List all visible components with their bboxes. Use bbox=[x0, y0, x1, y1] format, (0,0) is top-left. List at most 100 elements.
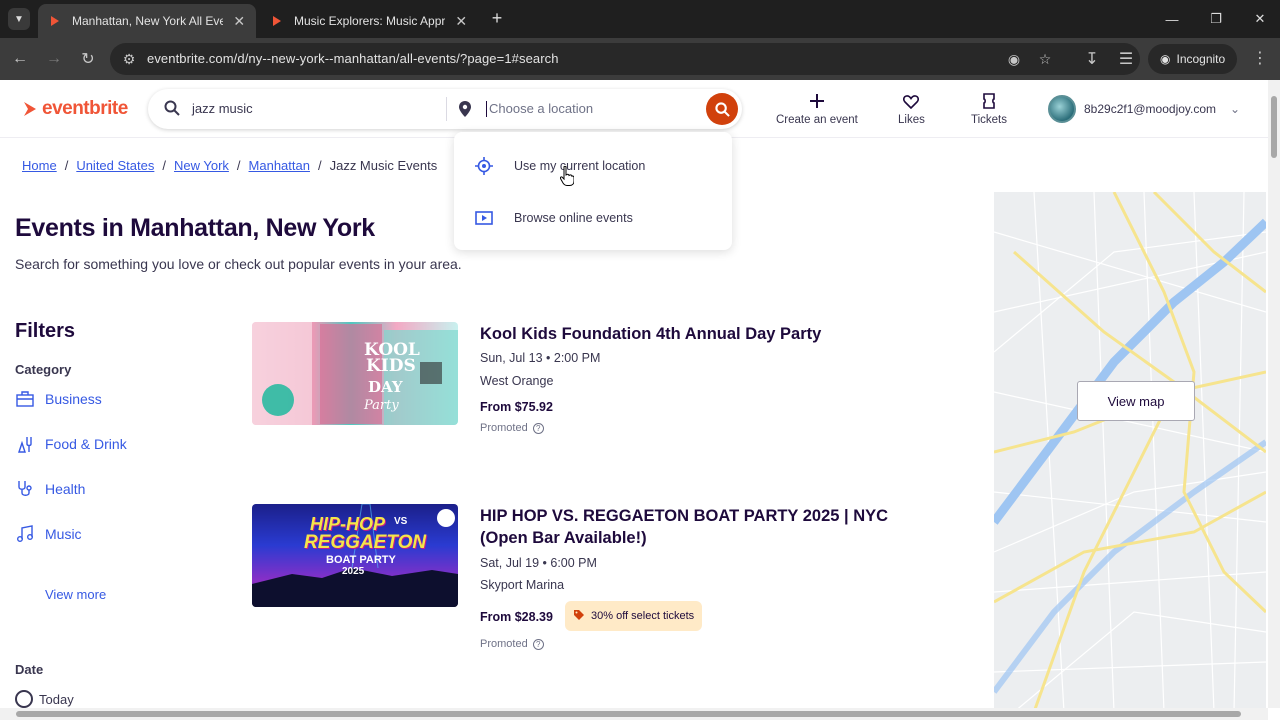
event-image-kool-kids[interactable]: KOOL KIDS DAY Party bbox=[252, 322, 458, 425]
account-email: 8b29c2f1@moodjoy.com bbox=[1084, 102, 1217, 116]
crosshair-icon bbox=[454, 157, 514, 175]
hand-cursor-icon bbox=[560, 166, 574, 186]
music-note-icon bbox=[15, 524, 35, 544]
search-bar: jazz music Choose a location bbox=[148, 89, 742, 129]
location-input[interactable]: Choose a location bbox=[486, 101, 593, 117]
site-header: eventbrite jazz music Choose a location … bbox=[0, 80, 1268, 138]
tab-music-explorers[interactable]: Music Explorers: Music Apprec ✕ bbox=[260, 4, 478, 38]
tab-manhattan-events[interactable]: Manhattan, New York All Events ✕ bbox=[38, 4, 256, 38]
breadcrumb-current: Jazz Music Events bbox=[329, 158, 438, 173]
use-current-location-option[interactable]: Use my current location bbox=[454, 144, 732, 188]
logo-text: eventbrite bbox=[42, 98, 128, 119]
forward-button[interactable]: → bbox=[42, 47, 66, 71]
browse-online-events-option[interactable]: Browse online events bbox=[454, 196, 732, 240]
incognito-indicator[interactable]: ◉ Incognito bbox=[1148, 44, 1238, 74]
new-tab-button[interactable]: + bbox=[486, 8, 508, 30]
restore-button[interactable]: ❐ bbox=[1194, 0, 1238, 38]
event-date: Sun, Jul 13 • 2:00 PM bbox=[480, 351, 601, 365]
close-tab-icon[interactable]: ✕ bbox=[233, 13, 247, 30]
map-roads-art bbox=[994, 192, 1266, 712]
category-music[interactable]: Music bbox=[15, 524, 82, 544]
browser-toolbar: ← → ↻ ⚙ eventbrite.com/d/ny--new-york--m… bbox=[0, 38, 1280, 80]
tab-title: Music Explorers: Music Apprec bbox=[294, 14, 445, 28]
address-bar[interactable]: ⚙ eventbrite.com/d/ny--new-york--manhatt… bbox=[110, 43, 1140, 75]
incognito-label: Incognito bbox=[1176, 52, 1226, 66]
breadcrumb-separator: / bbox=[64, 158, 69, 173]
boat-party-flyer-text: REGGAETON bbox=[304, 532, 427, 553]
location-pin-icon bbox=[459, 101, 471, 117]
event-title[interactable]: Kool Kids Foundation 4th Annual Day Part… bbox=[480, 323, 821, 345]
breadcrumb-manhattan[interactable]: Manhattan bbox=[249, 158, 310, 173]
event-price: From $75.92 bbox=[480, 400, 553, 414]
info-icon[interactable]: ? bbox=[532, 422, 544, 434]
chevron-down-icon: ⌄ bbox=[1230, 102, 1241, 116]
search-icon bbox=[714, 101, 730, 117]
close-window-button[interactable]: ✕ bbox=[1238, 0, 1280, 38]
vertical-scrollbar[interactable] bbox=[1268, 80, 1280, 708]
use-current-location-label: Use my current location bbox=[514, 159, 646, 173]
create-event-button[interactable]: Create an event bbox=[776, 92, 858, 126]
bookmark-star-icon[interactable]: ☆ bbox=[1036, 50, 1054, 68]
download-icon[interactable]: ↧ bbox=[1080, 47, 1104, 71]
category-food-drink[interactable]: Food & Drink bbox=[15, 434, 127, 454]
date-today-radio[interactable]: Today bbox=[15, 690, 74, 708]
create-event-label: Create an event bbox=[776, 114, 858, 126]
plus-icon bbox=[809, 92, 825, 110]
back-button[interactable]: ← bbox=[8, 47, 32, 71]
breadcrumb-new-york[interactable]: New York bbox=[174, 158, 229, 173]
category-label: Business bbox=[45, 391, 102, 407]
search-input[interactable]: jazz music bbox=[192, 101, 253, 116]
view-more-categories-link[interactable]: View more bbox=[45, 587, 106, 602]
media-icon[interactable]: ☰ bbox=[1114, 47, 1138, 71]
scrollbar-thumb[interactable] bbox=[1271, 96, 1277, 158]
promoted-text: Promoted bbox=[480, 422, 528, 434]
likes-button[interactable]: Likes bbox=[898, 92, 925, 126]
tickets-label: Tickets bbox=[971, 114, 1007, 126]
boat-party-flyer-text: BOAT PARTY bbox=[326, 554, 396, 566]
minimize-button[interactable]: — bbox=[1150, 0, 1194, 38]
breadcrumb-separator: / bbox=[317, 158, 322, 173]
search-submit-button[interactable] bbox=[706, 93, 738, 125]
tickets-button[interactable]: Tickets bbox=[971, 92, 1007, 126]
date-today-label: Today bbox=[39, 691, 74, 707]
breadcrumb: Home / United States / New York / Manhat… bbox=[22, 158, 437, 173]
page-title: Events in Manhattan, New York bbox=[15, 214, 375, 242]
event-date: Sat, Jul 19 • 6:00 PM bbox=[480, 556, 597, 570]
breadcrumb-home[interactable]: Home bbox=[22, 158, 57, 173]
kool-kids-flyer-art bbox=[252, 322, 458, 425]
breadcrumb-united-states[interactable]: United States bbox=[76, 158, 154, 173]
incognito-icon: ◉ bbox=[1160, 52, 1171, 66]
browse-online-events-label: Browse online events bbox=[514, 211, 633, 225]
browser-menu-icon[interactable]: ⋮ bbox=[1252, 48, 1268, 68]
eye-off-icon[interactable]: ◉ bbox=[1005, 50, 1023, 68]
category-label: Health bbox=[45, 481, 86, 497]
search-icon bbox=[164, 100, 180, 116]
horizontal-scrollbar[interactable] bbox=[0, 708, 1268, 720]
event-venue: West Orange bbox=[480, 374, 554, 388]
briefcase-icon bbox=[15, 389, 35, 409]
eventbrite-logo[interactable]: eventbrite bbox=[22, 98, 128, 120]
site-info-icon[interactable]: ⚙ bbox=[120, 50, 138, 68]
search-divider bbox=[446, 97, 447, 121]
page-subtitle: Search for something you love or check o… bbox=[15, 256, 462, 272]
boat-party-flyer-text: 2025 bbox=[342, 566, 365, 577]
kool-kids-flyer-text: KIDS bbox=[366, 356, 416, 376]
category-business[interactable]: Business bbox=[15, 389, 102, 409]
view-map-button[interactable]: View map bbox=[1077, 381, 1195, 421]
scrollbar-thumb[interactable] bbox=[16, 711, 1241, 717]
event-title[interactable]: HIP HOP VS. REGGAETON BOAT PARTY 2025 | … bbox=[480, 505, 940, 549]
discount-text: 30% off select tickets bbox=[591, 610, 695, 622]
category-health[interactable]: Health bbox=[15, 479, 85, 499]
ticket-icon bbox=[983, 92, 995, 110]
account-menu[interactable]: 8b29c2f1@moodjoy.com ⌄ bbox=[1048, 95, 1240, 123]
eventbrite-favicon-icon bbox=[51, 16, 59, 26]
events-map[interactable]: View map bbox=[994, 192, 1266, 712]
info-icon[interactable]: ? bbox=[532, 638, 544, 650]
tab-search-button[interactable]: ▼ bbox=[8, 8, 30, 30]
food-drink-icon bbox=[15, 434, 35, 454]
reload-button[interactable]: ↻ bbox=[76, 47, 100, 71]
breadcrumb-separator: / bbox=[162, 158, 166, 173]
event-image-hiphop-boat[interactable]: HIP-HOP VS REGGAETON BOAT PARTY 2025 bbox=[252, 504, 458, 607]
kool-kids-flyer-text: DAY bbox=[368, 378, 403, 396]
close-tab-icon[interactable]: ✕ bbox=[455, 13, 469, 30]
